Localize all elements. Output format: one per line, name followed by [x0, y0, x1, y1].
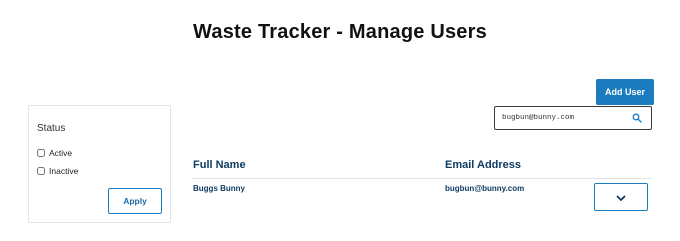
filter-option-inactive[interactable]: Inactive [37, 166, 78, 176]
cell-full-name: Buggs Bunny [193, 184, 245, 193]
search-input[interactable] [495, 108, 622, 128]
chevron-down-icon [616, 190, 626, 205]
search-box [494, 106, 652, 130]
page-title: Waste Tracker - Manage Users [193, 21, 487, 43]
filter-option-active[interactable]: Active [37, 148, 72, 158]
active-checkbox[interactable] [37, 149, 45, 157]
apply-button[interactable]: Apply [108, 188, 162, 214]
cell-email: bugbun@bunny.com [445, 184, 525, 193]
add-user-button[interactable]: Add User [596, 79, 654, 105]
inactive-checkbox[interactable] [37, 167, 45, 175]
filter-option-label: Inactive [49, 166, 79, 176]
search-icon[interactable] [631, 112, 643, 124]
filter-option-label: Active [49, 148, 73, 158]
table-header-divider [192, 178, 652, 179]
filter-title: Status [37, 123, 66, 134]
column-header-full-name: Full Name [193, 159, 246, 171]
column-header-email: Email Address [445, 159, 522, 171]
status-filter-panel: Status Active Inactive Apply [28, 105, 171, 223]
expand-row-button[interactable] [594, 183, 648, 211]
